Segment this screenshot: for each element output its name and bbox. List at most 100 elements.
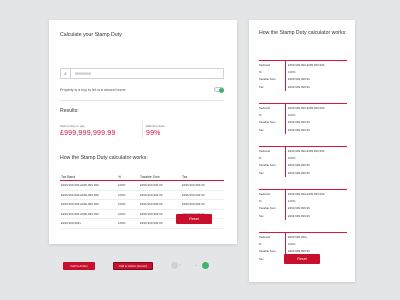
- side-value-percent: 100%: [285, 197, 347, 205]
- currency-prefix: £: [61, 69, 71, 78]
- cell-taxable-sum: £999,999,999.99: [140, 202, 163, 207]
- stamp-duty-value: £999,999,999.99: [60, 130, 116, 137]
- call-to-action-button[interactable]: Call to Action: [63, 262, 95, 270]
- side-value-percent: 100%: [285, 154, 347, 162]
- cell-percent: 100%: [118, 192, 126, 197]
- header-taxable-sum: Taxable Sum: [140, 174, 160, 179]
- cell-percent: 100%: [118, 211, 126, 216]
- side-label-taxable-sum: Taxable Sum: [259, 77, 276, 82]
- side-label-taxable-sum: Taxable Sum: [259, 249, 276, 254]
- side-value-taxband: £999,999,999-£999,999,999: [285, 104, 347, 112]
- side-row-percent: % 100%: [259, 240, 347, 248]
- side-value-tax: £999,999,999.99: [285, 169, 347, 177]
- side-label-taxband: Taxband: [259, 105, 270, 110]
- side-value-taxband: £999,999,999-£999,999,999: [285, 190, 347, 198]
- side-label-taxband: Taxband: [259, 191, 270, 196]
- side-row-taxband: Taxband £999,999,999-£999,999,999: [259, 190, 347, 198]
- side-value-taxable-sum: £999,999,999.99: [285, 75, 347, 84]
- side-label-percent: %: [259, 242, 262, 247]
- header-tax-band: Tax Band: [61, 174, 76, 179]
- active-control-prefix: +: [195, 263, 197, 267]
- side-row-taxable-sum: Taxable Sum £999,999,999.99: [259, 161, 347, 170]
- effective-rate-label: Effective Rate: [146, 124, 165, 128]
- toggle-knob: [218, 87, 224, 93]
- side-label-tax: Tax: [259, 256, 264, 261]
- cell-tax: £999,999,999.99: [182, 202, 205, 207]
- side-value-tax: £999,999,999.99: [285, 83, 347, 91]
- side-tax-block: Taxband £999,999,999-£999,999,999% 100% Tax…: [259, 189, 347, 220]
- side-value-tax: £999,999,999.99: [285, 212, 347, 220]
- side-label-percent: %: [259, 199, 262, 204]
- side-row-tax: Tax £999,999,999.99: [259, 126, 347, 134]
- side-label-tax: Tax: [259, 127, 264, 132]
- side-value-taxable-sum: £999,999,999.99: [285, 161, 347, 170]
- side-label-taxable-sum: Taxable Sum: [259, 206, 276, 211]
- stamp-duty-label: Stamp Duty to pay: [60, 124, 85, 128]
- side-row-percent: % 100%: [259, 111, 347, 119]
- side-row-taxband: Taxband £999,999,999+: [259, 233, 347, 241]
- table-row: £999,999,999-£999,999,999 100% £999,999,…: [60, 200, 224, 210]
- side-value-percent: 100%: [285, 111, 347, 119]
- header-percent: %: [118, 174, 122, 179]
- cell-band: £999,999,999+: [61, 221, 82, 226]
- table-header: Tax Band % Taxable Sum Tax: [60, 173, 224, 181]
- effective-rate-value: 99%: [146, 130, 161, 137]
- call-to-action-hover-button[interactable]: Call to Action (Hover): [113, 262, 153, 270]
- cell-percent: 100%: [118, 221, 126, 226]
- side-label-taxable-sum: Taxable Sum: [259, 163, 276, 168]
- side-label-taxband: Taxband: [259, 148, 270, 153]
- how-it-works-title: How the Stamp Duty calculator works:: [60, 155, 148, 161]
- side-row-tax: Tax £999,999,999.99: [259, 212, 347, 220]
- reset-button[interactable]: Reset: [176, 214, 212, 224]
- side-row-taxband: Taxband £999,999,999-£999,999,999: [259, 104, 347, 112]
- calculator-title: Calculate your Stamp Duty: [60, 32, 122, 38]
- cell-band: £999,999,999-£999,999,999: [61, 192, 99, 197]
- active-toggle-control[interactable]: [202, 262, 209, 269]
- side-label-tax: Tax: [259, 84, 264, 89]
- side-value-percent: 100%: [285, 68, 347, 76]
- side-row-taxable-sum: Taxable Sum £999,999,999.99: [259, 204, 347, 213]
- buy-to-let-toggle[interactable]: [214, 87, 224, 93]
- side-row-tax: Tax £999,999,999.99: [259, 169, 347, 177]
- cell-percent: 100%: [118, 183, 126, 188]
- side-row-percent: % 100%: [259, 68, 347, 76]
- side-tax-block: Taxband £999,999,999-£999,999,999% 100% Tax…: [259, 103, 347, 134]
- property-price-input[interactable]: £ 99999999: [60, 68, 224, 79]
- cell-taxable-sum: £999,999,999.99: [140, 192, 163, 197]
- side-reset-button[interactable]: Reset: [284, 254, 320, 264]
- side-row-percent: % 100%: [259, 154, 347, 162]
- table-row: £999,999,999-£999,999,999 100% £999,999,…: [60, 181, 224, 191]
- side-value-taxable-sum: £999,999,999.99: [285, 118, 347, 127]
- side-value-taxband: £999,999,999-£999,999,999: [285, 147, 347, 155]
- neutral-control-suffix: x: [179, 263, 181, 267]
- stamp-duty-calculator-card: Calculate your Stamp Duty £ 99999999 Pro…: [49, 20, 237, 244]
- side-label-taxband: Taxband: [259, 234, 270, 239]
- table-row: £999,999,999-£999,999,999 100% £999,999,…: [60, 191, 224, 200]
- side-row-taxable-sum: Taxable Sum £999,999,999.99: [259, 118, 347, 127]
- cell-percent: 100%: [118, 202, 126, 207]
- side-value-taxable-sum: £999,999,999.99: [285, 204, 347, 213]
- neutral-toggle-control[interactable]: [171, 262, 178, 269]
- side-row-taxable-sum: Taxable Sum £999,999,999.99: [259, 75, 347, 84]
- side-value-percent: 100%: [285, 240, 347, 248]
- side-how-it-works-title: How the Stamp Duty calculator works:: [259, 30, 347, 36]
- cell-band: £999,999,999-£999,999,999: [61, 183, 99, 188]
- side-label-tax: Tax: [259, 170, 264, 175]
- header-tax: Tax: [182, 174, 188, 179]
- side-label-percent: %: [259, 70, 262, 75]
- side-label-tax: Tax: [259, 213, 264, 218]
- buy-to-let-row: Property is a buy to let or a second hom…: [60, 86, 224, 93]
- side-row-percent: % 100%: [259, 197, 347, 205]
- side-tax-block: Taxband £999,999,999-£999,999,999% 100% Tax…: [259, 60, 347, 91]
- side-row-taxband: Taxband £999,999,999-£999,999,999: [259, 61, 347, 69]
- result-separator: [142, 121, 143, 138]
- cell-band: £999,999,999-£999,999,999: [61, 211, 99, 216]
- side-row-tax: Tax £999,999,999.99: [259, 83, 347, 91]
- results-title: Results:: [60, 108, 79, 114]
- property-price-value[interactable]: 99999999: [71, 72, 91, 76]
- side-value-taxband: £999,999,999+: [285, 233, 347, 241]
- side-label-percent: %: [259, 156, 262, 161]
- cell-tax: £999,999,999.99: [182, 183, 205, 188]
- side-label-taxable-sum: Taxable Sum: [259, 120, 276, 125]
- side-row-taxband: Taxband £999,999,999-£999,999,999: [259, 147, 347, 155]
